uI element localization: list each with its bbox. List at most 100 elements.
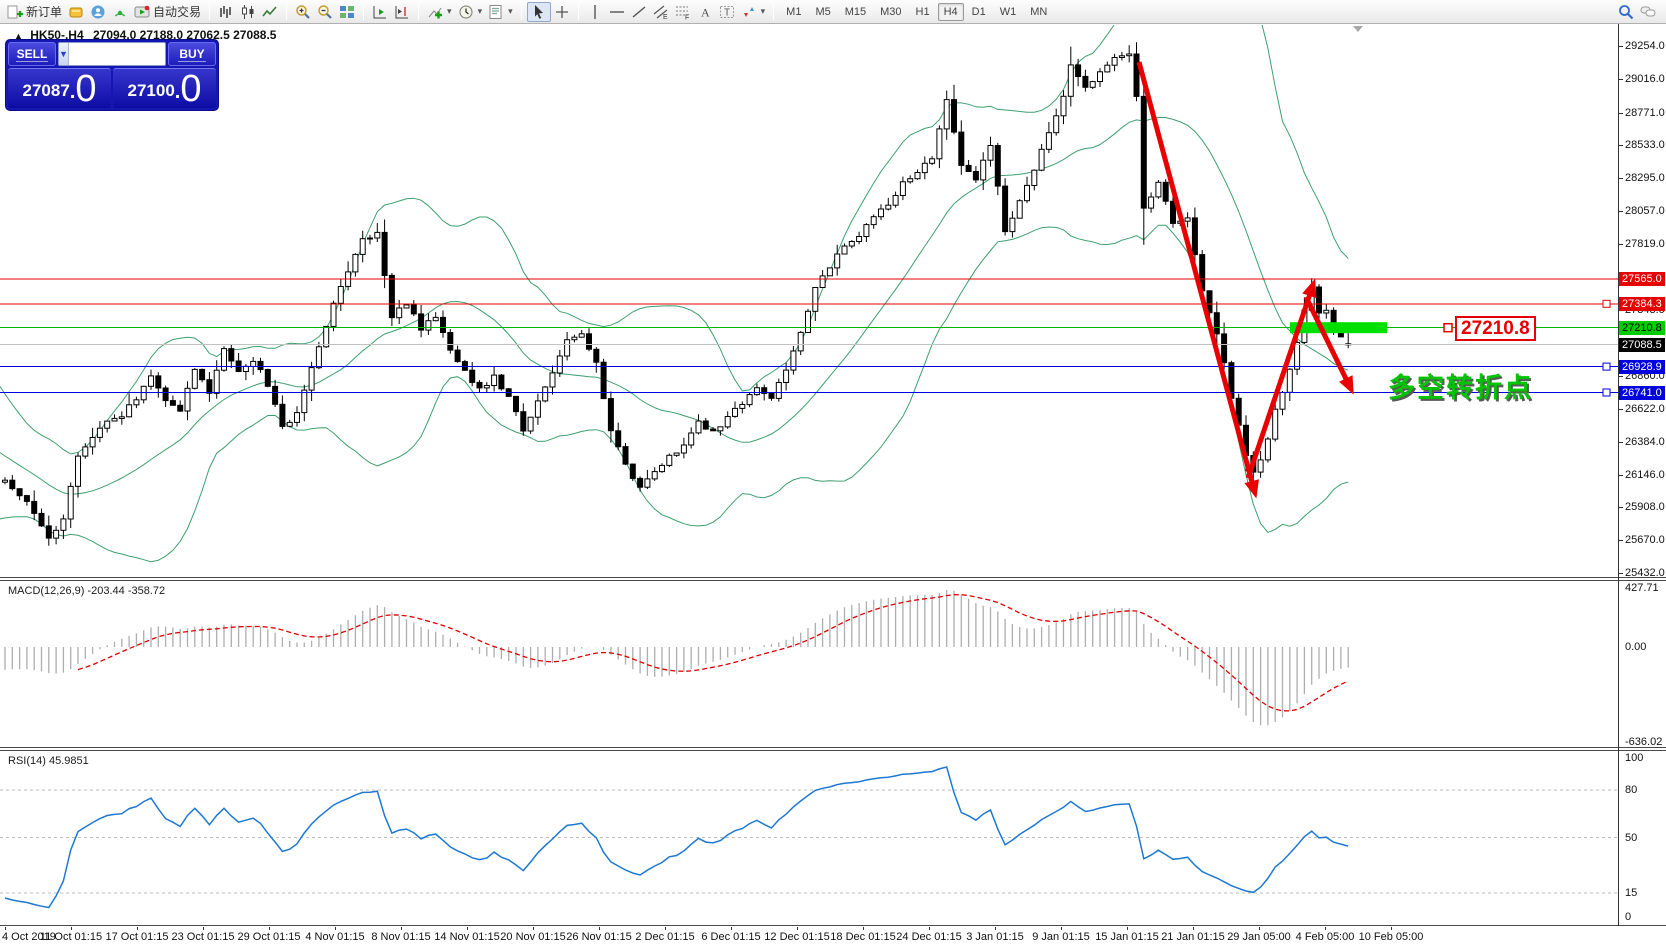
panel-separator[interactable] [0, 580, 1666, 581]
vertical-line-tool-button[interactable] [584, 2, 606, 22]
chart-bottom-border [0, 925, 1666, 926]
line-chart-button[interactable] [259, 2, 281, 22]
tf-button-M1[interactable]: M1 [780, 3, 807, 21]
new-order-button[interactable]: 新订单 [4, 2, 65, 22]
rsi-axis-label: 50 [1625, 832, 1637, 844]
horizontal-line-icon [609, 4, 625, 20]
axis-tick [1618, 409, 1623, 410]
tile-windows-icon [339, 4, 355, 20]
price-axis-label: 28057.0 [1625, 205, 1665, 217]
time-tick [1061, 927, 1062, 930]
time-axis-label: 15 Jan 01:15 [1095, 931, 1159, 943]
svg-text:A: A [701, 5, 710, 19]
tile-windows-button[interactable] [336, 2, 358, 22]
tf-button-M15[interactable]: M15 [839, 3, 872, 21]
panel-separator[interactable] [0, 747, 1666, 748]
time-axis-label: 21 Jan 01:15 [1161, 931, 1225, 943]
sell-price[interactable]: 27087.0 [8, 68, 111, 108]
axis-tick [1618, 540, 1623, 541]
text-label-tool-button[interactable]: T [716, 2, 738, 22]
time-axis-label: 18 Dec 01:15 [830, 931, 895, 943]
fibonacci-tool-button[interactable]: F [672, 2, 694, 22]
price-chart[interactable] [0, 25, 1618, 576]
rsi-axis-label: 15 [1625, 887, 1637, 899]
templates-button[interactable]: ▾ [485, 2, 516, 22]
buy-price[interactable]: 27100.0 [113, 68, 216, 108]
periods-button[interactable]: ▾ [455, 2, 486, 22]
chat-icon[interactable] [1640, 4, 1656, 20]
new-order-icon [7, 4, 23, 20]
autotrading-button[interactable]: 自动交易 [131, 2, 204, 22]
price-level-label: 26928.9 [1619, 360, 1665, 374]
tf-button-H1[interactable]: H1 [910, 3, 936, 21]
time-axis-label: 10 Feb 05:00 [1359, 931, 1424, 943]
volume-input[interactable] [69, 43, 166, 65]
horizontal-line-tool-button[interactable] [606, 2, 628, 22]
time-axis-label: 3 Jan 01:15 [966, 931, 1024, 943]
tf-button-MN[interactable]: MN [1024, 3, 1053, 21]
rsi-axis-label: 80 [1625, 784, 1637, 796]
time-axis[interactable]: 4 Oct 201911 Oct 01:1517 Oct 01:1523 Oct… [0, 927, 1618, 946]
equidistant-channel-tool-button[interactable]: E [650, 2, 672, 22]
time-axis-label: 6 Dec 01:15 [701, 931, 760, 943]
chart-shift-button[interactable] [391, 2, 413, 22]
text-tool-button[interactable]: A [694, 2, 716, 22]
tf-button-M5[interactable]: M5 [809, 3, 836, 21]
axis-tick [1618, 573, 1623, 574]
zoom-in-button[interactable] [292, 2, 314, 22]
sell-button[interactable]: SELL [8, 42, 56, 66]
separator [286, 4, 287, 20]
tf-button-H4[interactable]: H4 [938, 3, 964, 21]
price-axis-label: 29254.0 [1625, 40, 1665, 52]
tf-button-W1[interactable]: W1 [994, 3, 1023, 21]
time-axis-label: 24 Dec 01:15 [896, 931, 961, 943]
community-icon [90, 4, 106, 20]
crosshair-tool-button[interactable] [551, 2, 573, 22]
time-axis-label: 20 Nov 01:15 [500, 931, 565, 943]
autotrading-label: 自动交易 [153, 3, 201, 20]
panel-separator[interactable] [0, 750, 1666, 751]
clock-icon [458, 4, 474, 20]
separator [363, 4, 364, 20]
auto-scroll-icon [372, 4, 388, 20]
trendline-tool-button[interactable] [628, 2, 650, 22]
cursor-tool-button[interactable] [527, 2, 551, 22]
deposit-button[interactable] [65, 2, 87, 22]
zoom-out-button[interactable] [314, 2, 336, 22]
svg-text:T: T [724, 7, 730, 18]
search-icon[interactable] [1618, 4, 1634, 20]
signals-button[interactable] [109, 2, 131, 22]
time-tick [599, 927, 600, 930]
time-tick [533, 927, 534, 930]
auto-scroll-button[interactable] [369, 2, 391, 22]
text-icon: A [697, 4, 713, 20]
arrows-tool-button[interactable]: ▾ [738, 2, 769, 22]
indicators-button[interactable]: ▾ [424, 2, 455, 22]
rsi-axis-label: 0 [1625, 911, 1631, 923]
tf-button-D1[interactable]: D1 [966, 3, 992, 21]
candlestick-chart-button[interactable] [237, 2, 259, 22]
tf-button-M30[interactable]: M30 [874, 3, 907, 21]
buy-button[interactable]: BUY [168, 42, 216, 66]
price-axis-label: 25670.0 [1625, 534, 1665, 546]
zoom-in-icon [295, 4, 311, 20]
axis-tick [1618, 211, 1623, 212]
price-tag-label: 27210.8 [1455, 316, 1536, 341]
price-axis[interactable]: 29254.029016.028771.028533.028295.028057… [1618, 24, 1666, 926]
rsi-panel[interactable] [0, 752, 1618, 924]
chart-drag-marker [1353, 26, 1363, 32]
bar-chart-button[interactable] [215, 2, 237, 22]
panel-separator[interactable] [0, 577, 1666, 578]
axis-tick [1618, 79, 1623, 80]
volume-decrease-button[interactable]: ▼ [59, 43, 69, 65]
separator [578, 4, 579, 20]
autotrading-icon [134, 4, 150, 20]
time-tick [929, 927, 930, 930]
candlestick-chart-icon [240, 4, 256, 20]
axis-tick [1618, 376, 1623, 377]
macd-panel[interactable] [0, 582, 1618, 746]
cursor-icon [531, 4, 547, 20]
time-axis-label: 4 Feb 05:00 [1296, 931, 1355, 943]
gold-icon [68, 4, 84, 20]
community-button[interactable] [87, 2, 109, 22]
